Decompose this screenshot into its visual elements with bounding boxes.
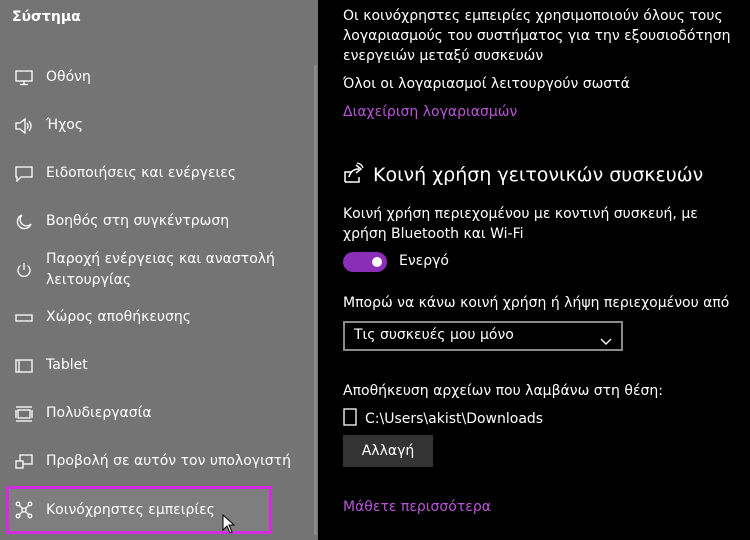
sidebar-title: Σύστημα — [12, 9, 81, 25]
sidebar-item-label: Χώρος αποθήκευσης — [46, 309, 191, 325]
nearby-sharing-toggle[interactable] — [343, 252, 387, 272]
tablet-icon — [14, 357, 34, 375]
manage-accounts-link[interactable]: Διαχείριση λογαριασμών — [343, 102, 517, 122]
toggle-knob — [372, 257, 382, 267]
monitor-icon — [14, 69, 34, 87]
mouse-cursor-icon — [222, 513, 236, 538]
multitasking-icon — [14, 405, 34, 423]
section-header: Κοινή χρήση γειτονικών συσκευών — [343, 162, 703, 188]
speaker-icon — [14, 117, 34, 135]
share-receive-label: Μπορώ να κάνω κοινή χρήση ή λήψη περιεχο… — [343, 295, 730, 311]
sidebar-item-label: Ειδοποιήσεις και ενέργειες — [46, 165, 237, 181]
toggle-state-label: Ενεργό — [399, 253, 449, 269]
sidebar-item-label: Ήχος — [46, 117, 84, 133]
accounts-status: Όλοι οι λογαριασμοί λειτουργούν σωστά — [343, 76, 630, 92]
section-title: Κοινή χρήση γειτονικών συσκευών — [373, 164, 704, 186]
sidebar: Σύστημα Οθόνη Ήχος Ειδοποιήσεις και ενέρ… — [0, 0, 318, 540]
learn-more-link[interactable]: Μάθετε περισσότερα — [343, 497, 491, 517]
notification-icon — [14, 165, 34, 183]
shared-experiences-icon — [14, 501, 34, 519]
intro-text: Οι κοινόχρηστες εμπειρίες χρησιμοποιούν … — [343, 8, 731, 64]
sidebar-item-label: Παροχή ενέργειας και αναστολή λειτουργία… — [46, 251, 275, 288]
sidebar-item-label: Κοινόχρηστες εμπειρίες — [46, 502, 215, 518]
change-location-button[interactable]: Αλλαγή — [343, 435, 433, 467]
sidebar-item-label: Πολυδιεργασία — [46, 405, 152, 421]
storage-icon — [14, 309, 34, 327]
save-path: C:\Users\akist\Downloads — [365, 411, 544, 427]
save-path-row: C:\Users\akist\Downloads — [343, 408, 543, 430]
save-location-label: Αποθήκευση αρχείων που λαμβάνω στη θέση: — [343, 383, 663, 399]
dropdown-value: Τις συσκευές μου μόνο — [354, 327, 514, 343]
chevron-down-icon — [600, 331, 612, 350]
content-pane: Οι κοινόχρηστες εμπειρίες χρησιμοποιούν … — [318, 0, 750, 540]
sidebar-item-label: Βοηθός στη συγκέντρωση — [46, 213, 230, 229]
sidebar-item-label: Tablet — [46, 357, 88, 373]
section-description: Κοινή χρήση περιεχομένου με κοντινή συσκ… — [343, 206, 698, 242]
folder-icon — [343, 408, 357, 430]
power-icon — [14, 261, 34, 279]
projecting-icon — [14, 453, 34, 471]
moon-icon — [14, 213, 34, 231]
sidebar-item-label: Οθόνη — [46, 69, 91, 85]
sidebar-scrollbar[interactable] — [314, 65, 317, 535]
sidebar-item-label: Προβολή σε αυτόν τον υπολογιστή — [46, 453, 291, 469]
share-icon — [343, 162, 365, 188]
share-receive-dropdown[interactable]: Τις συσκευές μου μόνο — [343, 321, 623, 351]
